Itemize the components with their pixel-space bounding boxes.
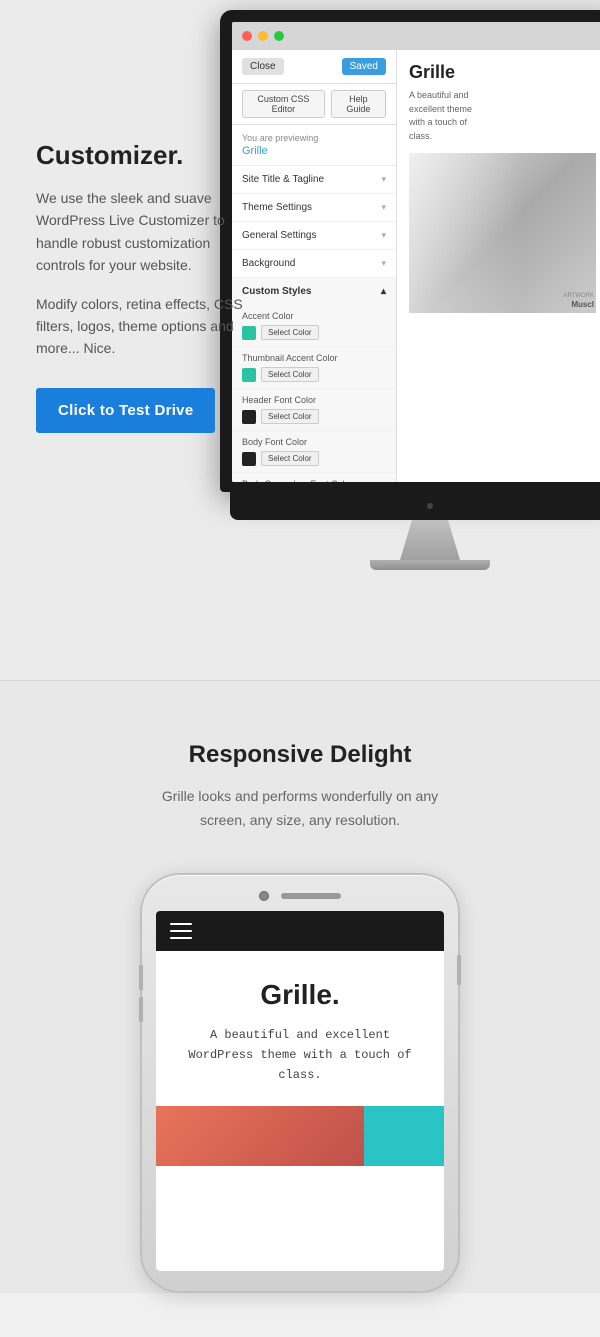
- color-swatch: [242, 452, 256, 466]
- customizer-section: Customizer. We use the sleek and suave W…: [0, 0, 600, 680]
- select-color-button[interactable]: Select Color: [261, 451, 319, 466]
- secondary-font-color-row: Body Secondary Font Color Select Color: [232, 473, 396, 482]
- color-label: Accent Color: [242, 311, 386, 321]
- customizer-text-block: Customizer. We use the sleek and suave W…: [36, 140, 256, 433]
- muscle-label: Muscl: [571, 300, 594, 309]
- window-maximize-dot: [274, 31, 284, 41]
- color-label: Thumbnail Accent Color: [242, 353, 386, 363]
- hamburger-line: [170, 937, 192, 939]
- window-minimize-dot: [258, 31, 268, 41]
- color-label: Body Secondary Font Color: [242, 479, 386, 482]
- phone-mockup: Grille. A beautiful and excellent WordPr…: [140, 873, 460, 1293]
- imac-screen-inner: Close Saved Custom CSS Editor Help Guide…: [232, 22, 600, 482]
- menu-item-general-settings[interactable]: General Settings ▾: [232, 222, 396, 250]
- accent-color-row: Accent Color Select Color: [232, 305, 396, 347]
- panel-saved-button: Saved: [342, 58, 386, 75]
- screen-content: Close Saved Custom CSS Editor Help Guide…: [232, 50, 600, 482]
- select-color-button[interactable]: Select Color: [261, 409, 319, 424]
- responsive-title: Responsive Delight: [30, 741, 570, 769]
- hamburger-line: [170, 923, 192, 925]
- phone-image-bar: [156, 1106, 444, 1166]
- color-label: Header Font Color: [242, 395, 386, 405]
- arrow-icon: ▾: [381, 174, 386, 185]
- panel-header: Close Saved: [232, 50, 396, 84]
- browser-top-bar: [232, 22, 600, 50]
- customizer-title: Customizer.: [36, 140, 256, 171]
- hamburger-line: [170, 930, 192, 932]
- arrow-icon: ▾: [381, 258, 386, 269]
- imac-chin: [230, 492, 600, 520]
- help-guide-button[interactable]: Help Guide: [331, 90, 386, 118]
- select-color-button[interactable]: Select Color: [261, 367, 319, 382]
- color-swatch-row: Select Color: [242, 409, 386, 424]
- imac-neck: [400, 520, 460, 560]
- select-color-button[interactable]: Select Color: [261, 325, 319, 340]
- volume-down-button: [139, 997, 143, 1022]
- thumbnail-color-row: Thumbnail Accent Color Select Color: [232, 347, 396, 389]
- color-swatch-row: Select Color: [242, 367, 386, 382]
- preview-site-desc: A beautiful and excellent theme with a t…: [409, 89, 489, 143]
- hamburger-menu-icon[interactable]: [170, 923, 192, 939]
- color-swatch-row: Select Color: [242, 451, 386, 466]
- power-button: [457, 955, 461, 985]
- theme-name-label: Grille: [232, 145, 396, 166]
- imac-mockup: Close Saved Custom CSS Editor Help Guide…: [220, 10, 600, 570]
- phone-wrapper: Grille. A beautiful and excellent WordPr…: [30, 873, 570, 1293]
- phone-speaker: [281, 893, 341, 899]
- panel-close-button[interactable]: Close: [242, 58, 284, 75]
- arrow-up-icon: ▴: [381, 286, 386, 297]
- panel-tools: Custom CSS Editor Help Guide: [232, 84, 396, 125]
- window-close-dot: [242, 31, 252, 41]
- customizer-panel: Close Saved Custom CSS Editor Help Guide…: [232, 50, 397, 482]
- phone-site-description: A beautiful and excellent WordPress them…: [176, 1025, 424, 1086]
- responsive-description: Grille looks and performs wonderfully on…: [140, 785, 460, 833]
- phone-nav-bar: [156, 911, 444, 951]
- phone-image-coral: [156, 1106, 364, 1166]
- volume-up-button: [139, 965, 143, 990]
- customizer-description-1: We use the sleek and suave WordPress Liv…: [36, 187, 256, 277]
- customizer-description-2: Modify colors, retina effects, CSS filte…: [36, 293, 256, 360]
- phone-site-title: Grille.: [176, 979, 424, 1011]
- body-font-color-row: Body Font Color Select Color: [232, 431, 396, 473]
- test-drive-button[interactable]: Click to Test Drive: [36, 388, 215, 433]
- previewing-label: You are previewing: [232, 125, 396, 145]
- arrow-icon: ▾: [381, 202, 386, 213]
- color-swatch-row: Select Color: [242, 325, 386, 340]
- preview-site-title: Grille: [409, 62, 596, 83]
- color-label: Body Font Color: [242, 437, 386, 447]
- section-header: Custom Styles ▴: [232, 278, 396, 305]
- phone-camera: [259, 891, 269, 901]
- imac-stand: [220, 492, 600, 570]
- phone-content: Grille. A beautiful and excellent WordPr…: [156, 951, 444, 1186]
- phone-top-bar: [156, 891, 444, 901]
- imac-screen-outer: Close Saved Custom CSS Editor Help Guide…: [220, 10, 600, 492]
- screen-right-panel: Grille A beautiful and excellent theme w…: [397, 50, 600, 482]
- responsive-section: Responsive Delight Grille looks and perf…: [0, 680, 600, 1293]
- css-editor-button[interactable]: Custom CSS Editor: [242, 90, 325, 118]
- imac-camera: [427, 503, 433, 509]
- header-font-color-row: Header Font Color Select Color: [232, 389, 396, 431]
- menu-item-site-title[interactable]: Site Title & Tagline ▾: [232, 166, 396, 194]
- custom-styles-section: Custom Styles ▴ Accent Color Select Colo…: [232, 278, 396, 482]
- imac-base: [370, 560, 490, 570]
- phone-image-teal: [364, 1106, 444, 1166]
- menu-item-background[interactable]: Background ▾: [232, 250, 396, 278]
- menu-item-theme-settings[interactable]: Theme Settings ▾: [232, 194, 396, 222]
- preview-image: Muscl ARTWORK: [409, 153, 596, 313]
- phone-screen: Grille. A beautiful and excellent WordPr…: [156, 911, 444, 1271]
- artwork-label: ARTWORK: [563, 293, 594, 299]
- arrow-icon: ▾: [381, 230, 386, 241]
